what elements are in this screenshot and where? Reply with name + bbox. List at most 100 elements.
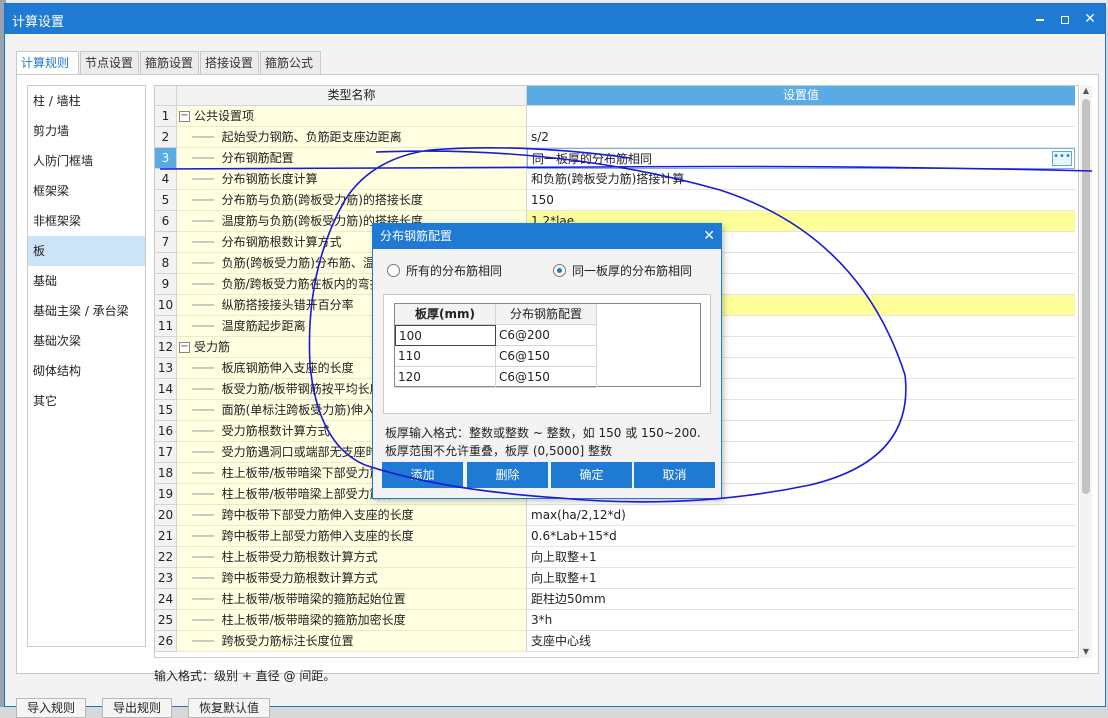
row-number[interactable]: 17 (155, 442, 177, 463)
dialog-title: 分布钢筋配置 (380, 229, 453, 243)
table-row[interactable]: 21 ─── 跨中板带上部受力筋伸入支座的长度 0.6*Lab+15*d (155, 526, 1075, 547)
row-number[interactable]: 20 (155, 505, 177, 526)
import-rules-button[interactable]: 导入规则 (16, 698, 87, 718)
radio-all-same-indicator[interactable] (387, 264, 400, 277)
table-row[interactable]: 22 ─── 柱上板带受力筋根数计算方式 向上取整+1 (155, 547, 1075, 568)
setting-value-cell[interactable]: 支座中心线 (527, 631, 1075, 652)
sidebar-item-civil-defense-door[interactable]: 人防门框墙 (28, 146, 145, 176)
row-number[interactable]: 16 (155, 421, 177, 442)
row-number[interactable]: 9 (155, 274, 177, 295)
tab-stirrup-formula[interactable]: 箍筋公式 (260, 51, 321, 75)
scroll-thumb[interactable] (1082, 99, 1090, 494)
scroll-up-icon[interactable]: ▲ (1080, 85, 1092, 97)
row-number[interactable]: 21 (155, 526, 177, 547)
minimize-button[interactable] (1031, 10, 1049, 28)
sidebar-item-frame-beam[interactable]: 框架梁 (28, 176, 145, 206)
collapse-icon[interactable]: − (179, 342, 190, 353)
row-number[interactable]: 3 (155, 148, 177, 169)
setting-value-cell[interactable]: 同一板厚的分布筋相同 ••• (527, 148, 1075, 169)
setting-value-cell[interactable]: 向上取整+1 (527, 568, 1075, 589)
row-number[interactable]: 2 (155, 127, 177, 148)
row-number[interactable]: 10 (155, 295, 177, 316)
sidebar-item-column[interactable]: 柱 / 墙柱 (28, 86, 145, 116)
row-number[interactable]: 14 (155, 379, 177, 400)
sidebar-item-non-frame-beam[interactable]: 非框架梁 (28, 206, 145, 236)
table-row[interactable]: 120 C6@150 (395, 367, 597, 388)
tab-stirrup-settings[interactable]: 箍筋设置 (140, 51, 199, 75)
table-row[interactable]: 4 ─── 分布钢筋长度计算 和负筋(跨板受力筋)搭接计算 (155, 169, 1075, 190)
sidebar-item-foundation-secondary-beam[interactable]: 基础次梁 (28, 326, 145, 356)
row-number[interactable]: 24 (155, 589, 177, 610)
sidebar-item-foundation-main-beam[interactable]: 基础主梁 / 承台梁 (28, 296, 145, 326)
config-cell[interactable]: C6@150 (496, 346, 597, 367)
thickness-cell[interactable]: 100 (395, 325, 496, 346)
setting-value-cell[interactable]: 0.6*Lab+15*d (527, 526, 1075, 547)
setting-value-cell[interactable]: 150 (527, 190, 1075, 211)
table-row[interactable]: 100 C6@200 (395, 325, 597, 346)
table-row[interactable]: 1− 公共设置项 (155, 106, 1075, 127)
row-number[interactable]: 19 (155, 484, 177, 505)
tab-node-settings[interactable]: 节点设置 (80, 51, 139, 75)
cancel-button[interactable]: 取消 (634, 462, 715, 488)
row-number[interactable]: 12 (155, 337, 177, 358)
restore-defaults-button[interactable]: 恢复默认值 (188, 698, 271, 718)
thickness-cell[interactable]: 110 (395, 346, 496, 367)
row-number[interactable]: 18 (155, 463, 177, 484)
row-number[interactable]: 8 (155, 253, 177, 274)
radio-same-thickness-indicator[interactable] (553, 264, 566, 277)
sidebar-item-masonry[interactable]: 砌体结构 (28, 356, 145, 386)
tab-lap-settings[interactable]: 搭接设置 (200, 51, 259, 75)
setting-value-cell[interactable]: 和负筋(跨板受力筋)搭接计算 (527, 169, 1075, 190)
scroll-down-icon[interactable]: ▼ (1080, 646, 1092, 658)
setting-value-cell[interactable]: 3*h (527, 610, 1075, 631)
row-number[interactable]: 6 (155, 211, 177, 232)
close-button[interactable]: ✕ (1081, 10, 1099, 28)
table-row[interactable]: 5 ─── 分布筋与负筋(跨板受力筋)的搭接长度 150 (155, 190, 1075, 211)
setting-value-cell[interactable]: max(ha/2,12*d) (527, 505, 1075, 526)
table-row[interactable]: 110 C6@150 (395, 346, 597, 367)
row-number[interactable]: 22 (155, 547, 177, 568)
row-number[interactable]: 4 (155, 169, 177, 190)
setting-value-cell[interactable]: 距柱边50mm (527, 589, 1075, 610)
table-row[interactable]: 3 ─── 分布钢筋配置 同一板厚的分布筋相同 ••• (155, 148, 1075, 169)
table-row[interactable]: 20 ─── 跨中板带下部受力筋伸入支座的长度 max(ha/2,12*d) (155, 505, 1075, 526)
row-number[interactable]: 15 (155, 400, 177, 421)
minimize-icon (1036, 18, 1044, 21)
ellipsis-button[interactable]: ••• (1052, 151, 1072, 166)
setting-name-label: 受力筋遇洞口或端部无支座时的 (221, 445, 390, 459)
config-cell[interactable]: C6@150 (496, 367, 597, 388)
grid-scrollbar[interactable]: ▲ ▼ (1080, 85, 1092, 658)
table-row[interactable]: 25 ─── 柱上板带/板带暗梁的箍筋加密长度 3*h (155, 610, 1075, 631)
config-cell[interactable]: C6@200 (496, 325, 597, 346)
maximize-button[interactable] (1056, 10, 1074, 28)
setting-value-cell[interactable]: 向上取整+1 (527, 547, 1075, 568)
add-button[interactable]: 添加 (382, 462, 463, 488)
sidebar-item-shear-wall[interactable]: 剪力墙 (28, 116, 145, 146)
table-row[interactable]: 26 ─── 跨板受力筋标注长度位置 支座中心线 (155, 631, 1075, 652)
thickness-cell[interactable]: 120 (395, 367, 496, 388)
row-number[interactable]: 5 (155, 190, 177, 211)
setting-value-cell[interactable]: s/2 (527, 127, 1075, 148)
table-row[interactable]: 24 ─── 柱上板带/板带暗梁的箍筋起始位置 距柱边50mm (155, 589, 1075, 610)
collapse-icon[interactable]: − (179, 111, 190, 122)
export-rules-button[interactable]: 导出规则 (102, 698, 173, 718)
sidebar-item-foundation[interactable]: 基础 (28, 266, 145, 296)
radio-all-same[interactable]: 所有的分布筋相同 (387, 262, 502, 279)
row-number[interactable]: 26 (155, 631, 177, 652)
tab-calc-rules[interactable]: 计算规则 (16, 51, 79, 76)
row-number[interactable]: 13 (155, 358, 177, 379)
row-number[interactable]: 11 (155, 316, 177, 337)
sidebar-item-other[interactable]: 其它 (28, 386, 145, 416)
row-number[interactable]: 25 (155, 610, 177, 631)
ok-button[interactable]: 确定 (551, 462, 632, 488)
radio-same-thickness[interactable]: 同一板厚的分布筋相同 (553, 262, 692, 279)
delete-button[interactable]: 删除 (467, 462, 548, 488)
tree-line: ─── (177, 298, 222, 312)
row-number[interactable]: 7 (155, 232, 177, 253)
dialog-close-icon[interactable]: ✕ (703, 224, 715, 249)
table-row[interactable]: 23 ─── 跨中板带受力筋根数计算方式 向上取整+1 (155, 568, 1075, 589)
row-number[interactable]: 23 (155, 568, 177, 589)
sidebar-item-slab[interactable]: 板 (28, 236, 145, 266)
table-row[interactable]: 2 ─── 起始受力钢筋、负筋距支座边距离 s/2 (155, 127, 1075, 148)
row-number[interactable]: 1 (155, 106, 177, 127)
